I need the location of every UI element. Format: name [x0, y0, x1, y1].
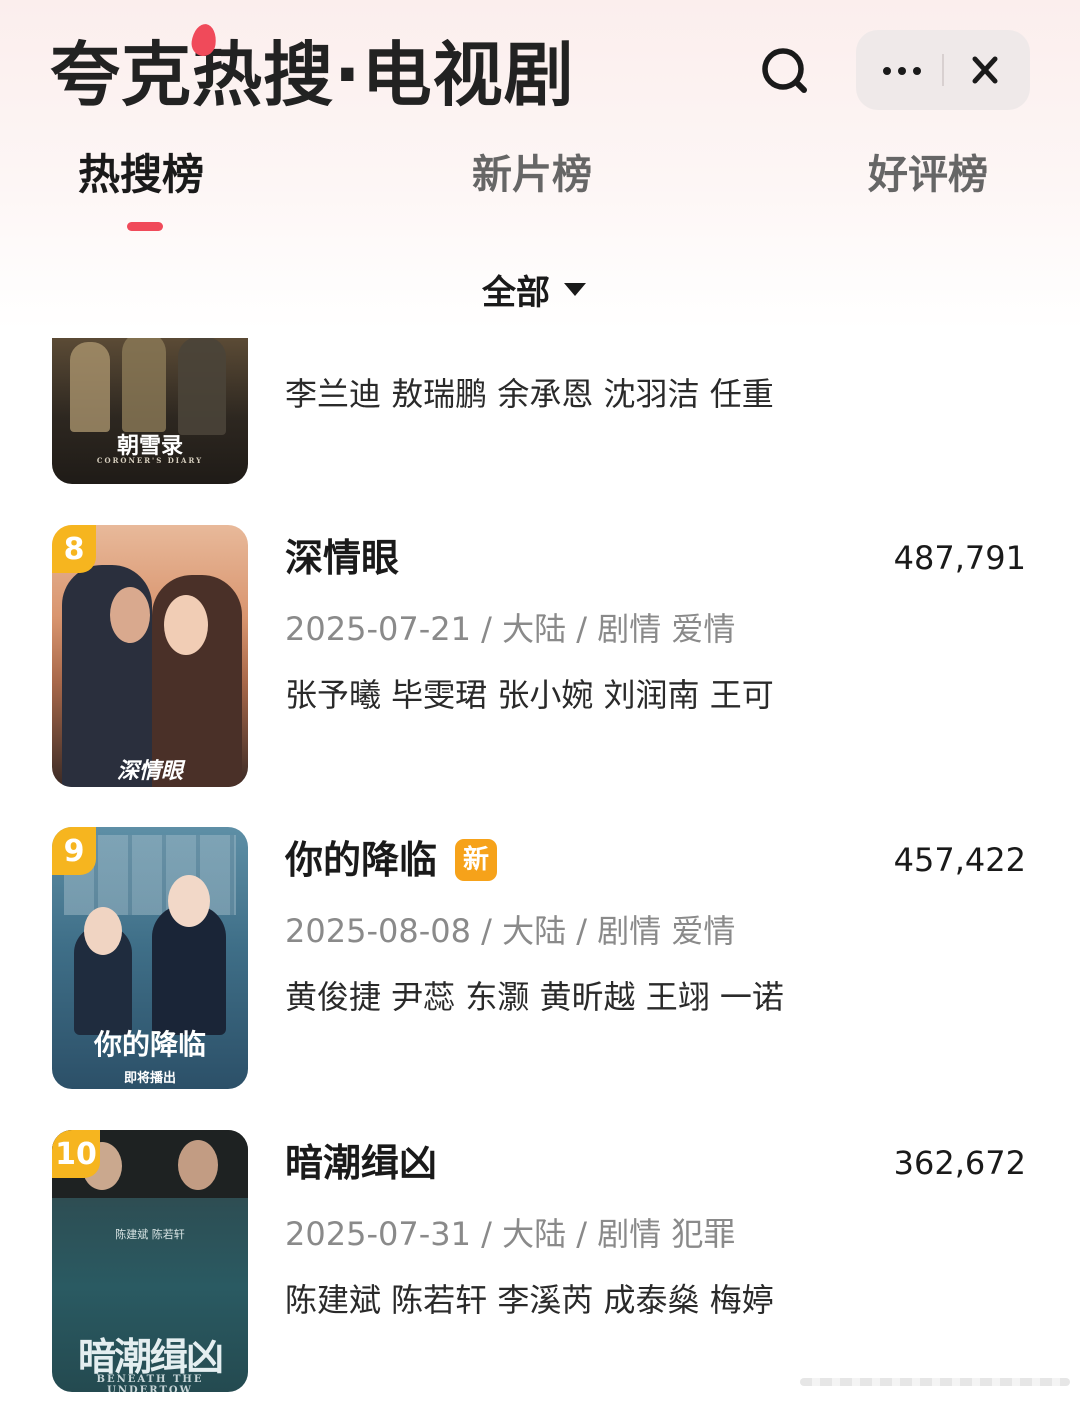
filter-label: 全部 — [482, 272, 550, 313]
search-button[interactable] — [755, 40, 815, 100]
poster-image: 朝雪录 CORONER'S DIARY — [52, 338, 248, 484]
poster-title: 深情眼 — [116, 758, 183, 784]
rank-badge: 8 — [52, 525, 96, 573]
poster-image: 深情眼 8 — [52, 525, 248, 787]
tab-new-releases[interactable]: 新片榜 — [472, 150, 592, 200]
cast-list: 张予曦 毕雯珺 张小婉 刘润南 王可 — [285, 676, 774, 714]
more-button[interactable] — [856, 30, 942, 110]
hot-score: 362,672 — [893, 1144, 1026, 1182]
poster-image: 你的降临 即将播出 9 — [52, 827, 248, 1089]
show-title: 你的降临 — [285, 838, 438, 882]
close-icon — [972, 56, 998, 84]
cast-list: 李兰迪 敖瑞鹏 余承恩 沈羽洁 任重 — [285, 375, 774, 413]
more-icon — [883, 67, 921, 75]
show-meta: 2025-07-31 / 大陆 / 剧情 犯罪 — [285, 1215, 736, 1253]
rank-badge: 9 — [52, 827, 96, 875]
tab-top-rated[interactable]: 好评榜 — [868, 150, 988, 200]
category-filter-dropdown[interactable]: 全部 — [482, 266, 586, 313]
active-tab-indicator — [127, 222, 163, 231]
cast-list: 陈建斌 陈若轩 李溪芮 成泰燊 梅婷 — [285, 1281, 774, 1319]
poster-title: 暗潮缉凶 — [77, 1334, 224, 1379]
mini-program-capsule — [856, 30, 1030, 110]
poster-subtitle: 即将播出 — [123, 1071, 176, 1086]
show-meta: 2025-07-21 / 大陆 / 剧情 爱情 — [285, 610, 736, 648]
tab-bar: 热搜榜 新片榜 好评榜 — [0, 140, 1080, 240]
close-button[interactable] — [944, 30, 1030, 110]
show-title-row: 你的降临新 — [285, 835, 498, 885]
hot-score: 457,422 — [893, 841, 1026, 879]
new-badge: 新 — [455, 838, 498, 881]
poster-subtitle: BENEATH THE UNDERTOW — [96, 1374, 204, 1392]
show-title: 深情眼 — [285, 536, 400, 580]
poster-cast: 陈建斌 陈若轩 — [115, 1228, 185, 1241]
caret-down-icon — [564, 282, 586, 296]
poster-image: 陈建斌 陈若轩 暗潮缉凶 BENEATH THE UNDERTOW 10 — [52, 1130, 248, 1392]
search-icon — [762, 48, 807, 93]
list-item[interactable]: 深情眼 8 深情眼 487,791 2025-07-21 / 大陆 / 剧情 爱… — [0, 525, 1080, 787]
list-item[interactable]: 你的降临 即将播出 9 你的降临新 457,422 2025-08-08 / 大… — [0, 827, 1080, 1089]
poster-title: 你的降临 — [93, 1028, 206, 1061]
list-item[interactable]: 陈建斌 陈若轩 暗潮缉凶 BENEATH THE UNDERTOW 10 暗潮缉… — [0, 1130, 1080, 1392]
page-title: 夸克热搜·电视剧 — [50, 34, 575, 116]
hot-score: 487,791 — [893, 539, 1026, 577]
list-item-partial[interactable]: 朝雪录 CORONER'S DIARY 李兰迪 敖瑞鹏 余承恩 沈羽洁 任重 — [0, 338, 1080, 484]
app-header: 夸克热搜·电视剧 — [0, 0, 1080, 140]
cast-list: 黄俊捷 尹蕊 东灏 黄昕越 王翊 一诺 — [285, 978, 784, 1016]
tab-hot-search[interactable]: 热搜榜 — [78, 150, 204, 200]
show-title: 暗潮缉凶 — [285, 1141, 438, 1185]
watermark-strip — [800, 1378, 1070, 1386]
ranking-list: 朝雪录 CORONER'S DIARY 李兰迪 敖瑞鹏 余承恩 沈羽洁 任重 深… — [0, 338, 1080, 1407]
show-meta: 2025-08-08 / 大陆 / 剧情 爱情 — [285, 912, 736, 950]
poster-subtitle: CORONER'S DIARY — [96, 456, 204, 465]
rank-badge: 10 — [52, 1130, 100, 1178]
